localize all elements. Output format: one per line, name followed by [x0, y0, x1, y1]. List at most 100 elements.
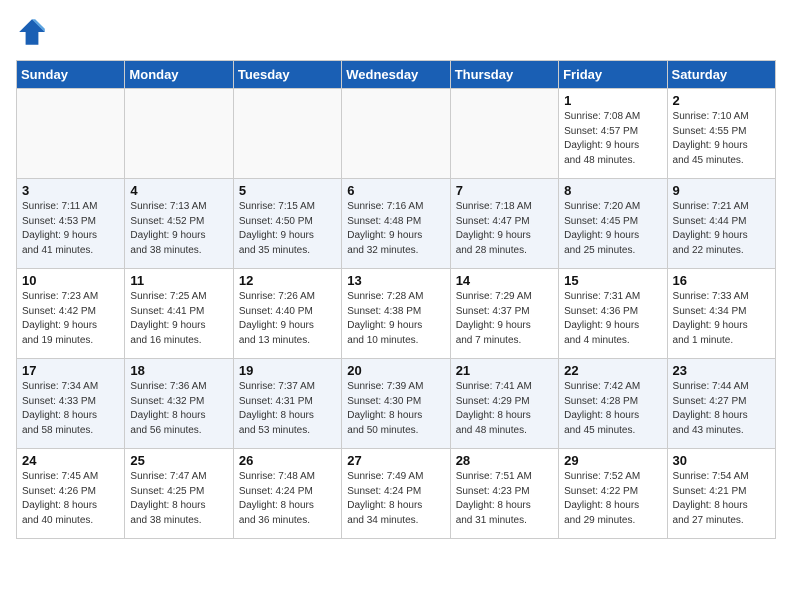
calendar-week-row: 1Sunrise: 7:08 AM Sunset: 4:57 PM Daylig…	[17, 89, 776, 179]
weekday-header: Tuesday	[233, 61, 341, 89]
weekday-header: Saturday	[667, 61, 775, 89]
calendar-cell	[233, 89, 341, 179]
calendar-cell: 21Sunrise: 7:41 AM Sunset: 4:29 PM Dayli…	[450, 359, 558, 449]
day-number: 20	[347, 363, 444, 378]
calendar-cell: 13Sunrise: 7:28 AM Sunset: 4:38 PM Dayli…	[342, 269, 450, 359]
day-info: Sunrise: 7:15 AM Sunset: 4:50 PM Dayligh…	[239, 200, 336, 258]
calendar-cell: 23 Sunrise: 7:44 AM Sunset: 4:27 PM Dayli…	[667, 359, 775, 449]
calendar-cell: 10 Sunrise: 7:23 AM Sunset: 4:42 PM Dayli…	[17, 269, 125, 359]
day-number: 14	[456, 273, 553, 288]
day-number: 17	[22, 363, 119, 378]
day-info: Sunrise: 7:37 AM Sunset: 4:31 PM Dayligh…	[239, 380, 336, 438]
calendar-cell: 29 Sunrise: 7:52 AM Sunset: 4:22 PM Dayli…	[559, 449, 667, 539]
day-number: 6	[347, 183, 444, 198]
day-info: Sunrise: 7:42 AM Sunset: 4:28 PM Dayligh…	[564, 380, 661, 438]
day-number: 7	[456, 183, 553, 198]
day-info: Sunrise: 7:44 AM Sunset: 4:27 PM Dayligh…	[673, 380, 770, 438]
day-info: Sunrise: 7:33 AM Sunset: 4:34 PM Dayligh…	[673, 290, 770, 348]
calendar-cell: 19 Sunrise: 7:37 AM Sunset: 4:31 PM Dayli…	[233, 359, 341, 449]
day-number: 23	[673, 363, 770, 378]
day-info: Sunrise: 7:36 AM Sunset: 4:32 PM Dayligh…	[130, 380, 227, 438]
day-info: Sunrise: 7:13 AM Sunset: 4:52 PM Dayligh…	[130, 200, 227, 258]
day-number: 15	[564, 273, 661, 288]
day-info: Sunrise: 7:41 AM Sunset: 4:29 PM Dayligh…	[456, 380, 553, 438]
day-number: 29	[564, 453, 661, 468]
calendar-cell: 27 Sunrise: 7:49 AM Sunset: 4:24 PM Dayli…	[342, 449, 450, 539]
calendar-cell: 1Sunrise: 7:08 AM Sunset: 4:57 PM Daylig…	[559, 89, 667, 179]
calendar-cell: 26Sunrise: 7:48 AM Sunset: 4:24 PM Dayli…	[233, 449, 341, 539]
calendar-cell: 12Sunrise: 7:26 AM Sunset: 4:40 PM Dayli…	[233, 269, 341, 359]
calendar-cell: 20 Sunrise: 7:39 AM Sunset: 4:30 PM Dayli…	[342, 359, 450, 449]
day-info: Sunrise: 7:11 AM Sunset: 4:53 PM Dayligh…	[22, 200, 119, 258]
calendar-cell: 3 Sunrise: 7:11 AM Sunset: 4:53 PM Daylig…	[17, 179, 125, 269]
day-number: 28	[456, 453, 553, 468]
day-number: 27	[347, 453, 444, 468]
calendar-cell: 8Sunrise: 7:20 AM Sunset: 4:45 PM Daylig…	[559, 179, 667, 269]
day-info: Sunrise: 7:28 AM Sunset: 4:38 PM Dayligh…	[347, 290, 444, 348]
calendar-cell	[450, 89, 558, 179]
calendar-cell: 4 Sunrise: 7:13 AM Sunset: 4:52 PM Daylig…	[125, 179, 233, 269]
calendar-cell: 18 Sunrise: 7:36 AM Sunset: 4:32 PM Dayli…	[125, 359, 233, 449]
day-number: 16	[673, 273, 770, 288]
day-info: Sunrise: 7:54 AM Sunset: 4:21 PM Dayligh…	[673, 470, 770, 528]
calendar-cell: 24 Sunrise: 7:45 AM Sunset: 4:26 PM Dayli…	[17, 449, 125, 539]
day-info: Sunrise: 7:47 AM Sunset: 4:25 PM Dayligh…	[130, 470, 227, 528]
day-number: 2	[673, 93, 770, 108]
page-header	[16, 16, 776, 48]
weekday-header: Friday	[559, 61, 667, 89]
calendar-cell: 17 Sunrise: 7:34 AM Sunset: 4:33 PM Dayli…	[17, 359, 125, 449]
day-info: Sunrise: 7:49 AM Sunset: 4:24 PM Dayligh…	[347, 470, 444, 528]
calendar-week-row: 24 Sunrise: 7:45 AM Sunset: 4:26 PM Dayli…	[17, 449, 776, 539]
calendar-cell: 16 Sunrise: 7:33 AM Sunset: 4:34 PM Dayli…	[667, 269, 775, 359]
day-info: Sunrise: 7:39 AM Sunset: 4:30 PM Dayligh…	[347, 380, 444, 438]
calendar-week-row: 10 Sunrise: 7:23 AM Sunset: 4:42 PM Dayli…	[17, 269, 776, 359]
day-info: Sunrise: 7:51 AM Sunset: 4:23 PM Dayligh…	[456, 470, 553, 528]
day-number: 18	[130, 363, 227, 378]
day-number: 25	[130, 453, 227, 468]
weekday-header: Thursday	[450, 61, 558, 89]
day-number: 8	[564, 183, 661, 198]
calendar-table: SundayMondayTuesdayWednesdayThursdayFrid…	[16, 60, 776, 539]
weekday-header: Monday	[125, 61, 233, 89]
calendar-cell: 15 Sunrise: 7:31 AM Sunset: 4:36 PM Dayli…	[559, 269, 667, 359]
day-number: 11	[130, 273, 227, 288]
calendar-cell: 14Sunrise: 7:29 AM Sunset: 4:37 PM Dayli…	[450, 269, 558, 359]
day-number: 10	[22, 273, 119, 288]
day-number: 12	[239, 273, 336, 288]
day-number: 9	[673, 183, 770, 198]
logo	[16, 16, 52, 48]
day-info: Sunrise: 7:25 AM Sunset: 4:41 PM Dayligh…	[130, 290, 227, 348]
day-number: 3	[22, 183, 119, 198]
calendar-cell	[342, 89, 450, 179]
day-number: 19	[239, 363, 336, 378]
day-number: 1	[564, 93, 661, 108]
calendar-week-row: 3 Sunrise: 7:11 AM Sunset: 4:53 PM Daylig…	[17, 179, 776, 269]
calendar-week-row: 17 Sunrise: 7:34 AM Sunset: 4:33 PM Dayli…	[17, 359, 776, 449]
day-info: Sunrise: 7:16 AM Sunset: 4:48 PM Dayligh…	[347, 200, 444, 258]
weekday-header: Wednesday	[342, 61, 450, 89]
day-number: 24	[22, 453, 119, 468]
day-number: 22	[564, 363, 661, 378]
day-info: Sunrise: 7:21 AM Sunset: 4:44 PM Dayligh…	[673, 200, 770, 258]
day-info: Sunrise: 7:52 AM Sunset: 4:22 PM Dayligh…	[564, 470, 661, 528]
day-info: Sunrise: 7:45 AM Sunset: 4:26 PM Dayligh…	[22, 470, 119, 528]
calendar-cell: 5Sunrise: 7:15 AM Sunset: 4:50 PM Daylig…	[233, 179, 341, 269]
calendar-cell	[125, 89, 233, 179]
day-info: Sunrise: 7:18 AM Sunset: 4:47 PM Dayligh…	[456, 200, 553, 258]
weekday-header: Sunday	[17, 61, 125, 89]
calendar-cell: 30Sunrise: 7:54 AM Sunset: 4:21 PM Dayli…	[667, 449, 775, 539]
calendar-cell: 11 Sunrise: 7:25 AM Sunset: 4:41 PM Dayli…	[125, 269, 233, 359]
day-number: 4	[130, 183, 227, 198]
calendar-cell: 9 Sunrise: 7:21 AM Sunset: 4:44 PM Daylig…	[667, 179, 775, 269]
calendar-cell: 25 Sunrise: 7:47 AM Sunset: 4:25 PM Dayli…	[125, 449, 233, 539]
logo-icon	[16, 16, 48, 48]
calendar-cell: 22 Sunrise: 7:42 AM Sunset: 4:28 PM Dayli…	[559, 359, 667, 449]
calendar-cell: 6 Sunrise: 7:16 AM Sunset: 4:48 PM Daylig…	[342, 179, 450, 269]
calendar-header-row: SundayMondayTuesdayWednesdayThursdayFrid…	[17, 61, 776, 89]
calendar-cell	[17, 89, 125, 179]
day-info: Sunrise: 7:31 AM Sunset: 4:36 PM Dayligh…	[564, 290, 661, 348]
calendar-cell: 2Sunrise: 7:10 AM Sunset: 4:55 PM Daylig…	[667, 89, 775, 179]
day-info: Sunrise: 7:23 AM Sunset: 4:42 PM Dayligh…	[22, 290, 119, 348]
day-info: Sunrise: 7:34 AM Sunset: 4:33 PM Dayligh…	[22, 380, 119, 438]
day-info: Sunrise: 7:48 AM Sunset: 4:24 PM Dayligh…	[239, 470, 336, 528]
